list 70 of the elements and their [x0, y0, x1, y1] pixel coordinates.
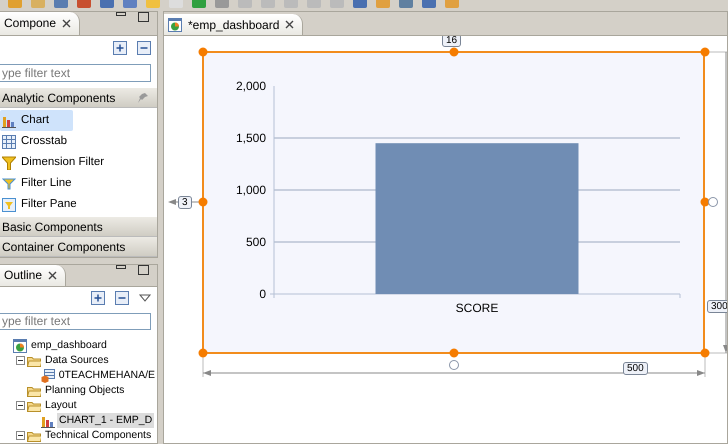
component-item[interactable]: Chart	[0, 110, 73, 132]
tree-item[interactable]: Planning Objects	[43, 382, 126, 398]
category-label: SCORE	[456, 301, 498, 315]
component-item[interactable]: Filter Pane	[0, 194, 89, 216]
component-item[interactable]: Filter Line	[0, 173, 84, 194]
collapse-all-icon[interactable]	[115, 290, 129, 305]
expander-icon[interactable]	[16, 401, 25, 410]
close-icon[interactable]	[285, 20, 294, 29]
filter-panel-icon	[2, 198, 16, 212]
dimension-label: 300	[707, 300, 727, 313]
resize-handle[interactable]	[700, 348, 710, 358]
filter-field[interactable]: ype filter text	[0, 64, 151, 82]
section-title: Analytic Components	[2, 90, 116, 107]
section-header[interactable]: Container Components	[0, 237, 157, 257]
axis-label: 1,500	[236, 131, 266, 145]
dropdown-icon[interactable]	[139, 294, 151, 302]
axis-label: 2,000	[236, 79, 266, 93]
minimize-icon[interactable]	[116, 12, 126, 16]
data-source-icon	[40, 368, 55, 382]
tree-item[interactable]: Layout	[43, 398, 79, 414]
section-title: Basic Components	[2, 218, 103, 236]
funnel-icon	[2, 176, 16, 191]
tree-item[interactable]: 0TEACHMEHANA/E	[56, 368, 157, 384]
close-icon[interactable]	[62, 18, 72, 28]
expand-all-icon[interactable]	[91, 290, 105, 305]
resize-handle[interactable]	[450, 348, 458, 358]
component-item[interactable]: Crosstab	[0, 131, 80, 152]
dimension-label: 16	[442, 36, 462, 47]
funnel-icon	[2, 156, 16, 170]
expander-icon[interactable]	[16, 356, 25, 365]
expand-all-icon[interactable]	[113, 40, 127, 55]
maximize-icon[interactable]	[138, 12, 149, 22]
resize-handle[interactable]	[700, 198, 710, 206]
tab-label: Compone	[4, 15, 56, 32]
component-item[interactable]: Dimension Filter	[0, 152, 116, 174]
section-header[interactable]: Basic Components	[0, 217, 157, 238]
application-icon	[13, 338, 27, 352]
minimize-icon[interactable]	[116, 265, 126, 269]
view-tab[interactable]: Outline	[0, 265, 66, 286]
section-title: Container Components	[2, 238, 126, 256]
resize-handle[interactable]	[198, 48, 208, 56]
axis-label: 1,000	[236, 183, 266, 197]
dimension-label: 500	[623, 362, 648, 375]
dimension-label: 3	[178, 196, 192, 209]
resize-handle[interactable]	[198, 348, 208, 358]
resize-handle[interactable]	[198, 198, 208, 206]
section-header[interactable]: Analytic Components	[0, 88, 157, 108]
collapse-all-icon[interactable]	[137, 40, 151, 55]
axis-label: 0	[259, 287, 266, 301]
tree-item[interactable]: Data Sources	[43, 352, 111, 368]
resize-handle[interactable]	[450, 48, 458, 56]
rotate-handle[interactable]	[708, 197, 718, 207]
tab-label: *emp_dashboard	[188, 16, 280, 34]
maximize-icon[interactable]	[138, 265, 149, 275]
application-icon	[168, 18, 182, 32]
tree-item[interactable]: CHART_1 - EMP_D	[57, 412, 154, 428]
tree-item[interactable]: emp_dashboard	[29, 338, 109, 354]
rotate-handle[interactable]	[449, 360, 459, 370]
tab-label: Outline	[4, 267, 42, 284]
resize-handle[interactable]	[700, 48, 710, 56]
axis-label: 500	[246, 235, 266, 249]
close-icon[interactable]	[48, 270, 58, 280]
filter-field[interactable]: ype filter text	[0, 312, 151, 330]
view-tab[interactable]: Compone	[0, 12, 80, 35]
editor-tab[interactable]: *emp_dashboard	[164, 14, 304, 35]
table-icon	[2, 134, 16, 149]
pin-icon[interactable]	[137, 92, 149, 104]
chart-component[interactable]: 0 500 1,000 1,500 2,000 SCORE	[202, 51, 705, 354]
expander-icon[interactable]	[16, 431, 25, 440]
tree-item[interactable]: Technical Components	[43, 428, 154, 443]
